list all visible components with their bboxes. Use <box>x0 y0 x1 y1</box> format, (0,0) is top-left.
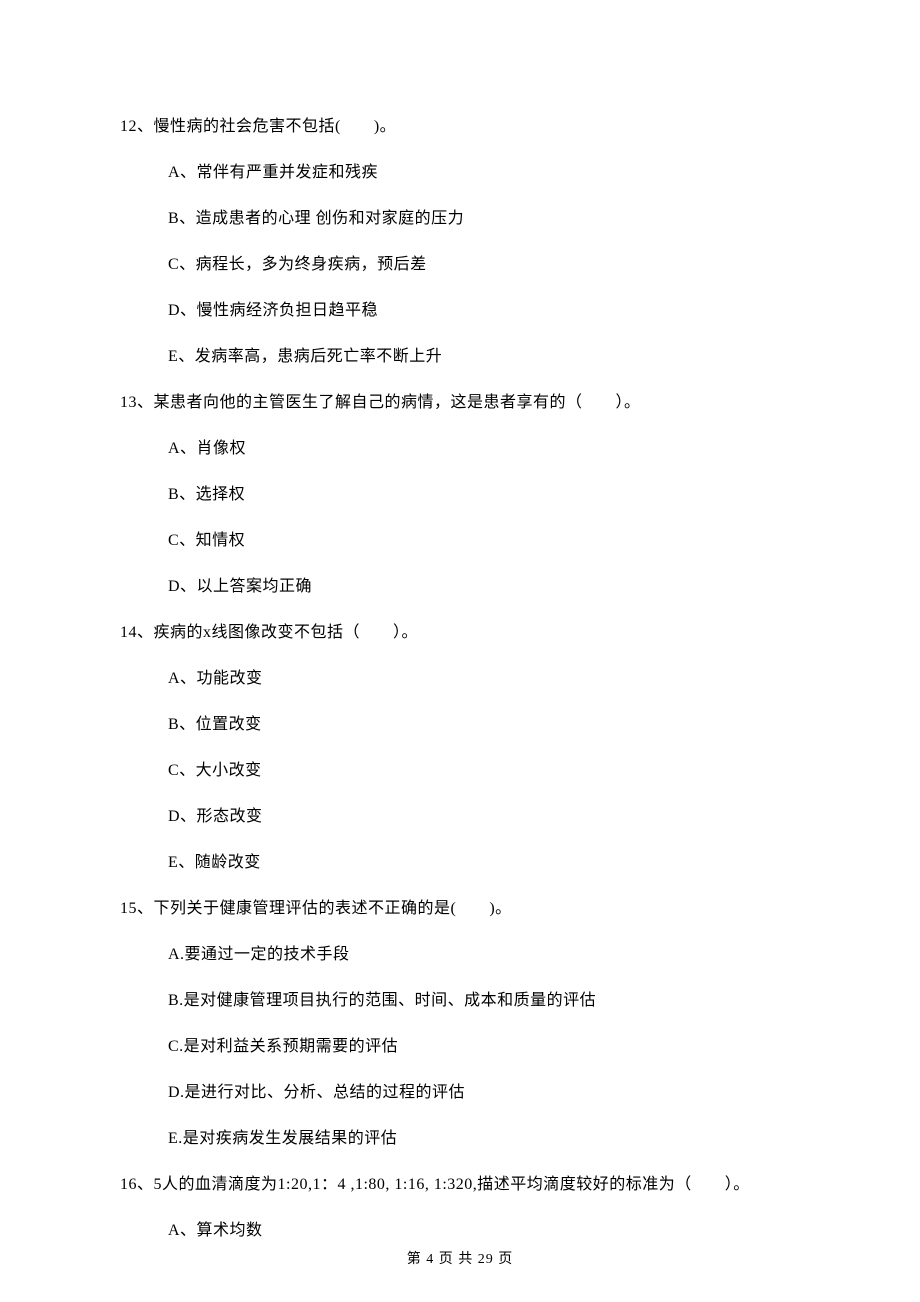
option-d: D、以上答案均正确 <box>168 575 800 599</box>
question-body: 下列关于健康管理评估的表述不正确的是( )。 <box>154 900 512 917</box>
option-a: A、常伴有严重并发症和残疾 <box>168 161 800 185</box>
question-number: 12、 <box>120 118 154 135</box>
question-number: 13、 <box>120 394 154 411</box>
option-a: A、功能改变 <box>168 667 800 691</box>
option-e: E、随龄改变 <box>168 851 800 875</box>
question-text: 14、疾病的x线图像改变不包括（ ）。 <box>120 621 800 645</box>
question-body: 疾病的x线图像改变不包括（ ）。 <box>154 624 419 641</box>
option-d: D、形态改变 <box>168 805 800 829</box>
option-d: D、慢性病经济负担日趋平稳 <box>168 299 800 323</box>
question-text: 16、5人的血清滴度为1:20,1：4 ,1:80, 1:16, 1:320,描… <box>120 1173 800 1197</box>
option-b: B、选择权 <box>168 483 800 507</box>
question-12: 12、慢性病的社会危害不包括( )。 A、常伴有严重并发症和残疾 B、造成患者的… <box>120 115 800 369</box>
option-c: C、大小改变 <box>168 759 800 783</box>
question-13: 13、某患者向他的主管医生了解自己的病情，这是患者享有的（ ）。 A、肖像权 B… <box>120 391 800 599</box>
option-b: B、造成患者的心理 创伤和对家庭的压力 <box>168 207 800 231</box>
option-e: E、发病率高，患病后死亡率不断上升 <box>168 345 800 369</box>
page-footer: 第 4 页 共 29 页 <box>0 1249 920 1270</box>
option-c: C.是对利益关系预期需要的评估 <box>168 1035 800 1059</box>
option-e: E.是对疾病发生发展结果的评估 <box>168 1127 800 1151</box>
question-number: 14、 <box>120 624 154 641</box>
question-body: 慢性病的社会危害不包括( )。 <box>154 118 397 135</box>
question-body: 5人的血清滴度为1:20,1：4 ,1:80, 1:16, 1:320,描述平均… <box>154 1176 750 1193</box>
question-text: 12、慢性病的社会危害不包括( )。 <box>120 115 800 139</box>
question-number: 16、 <box>120 1176 154 1193</box>
question-15: 15、下列关于健康管理评估的表述不正确的是( )。 A.要通过一定的技术手段 B… <box>120 897 800 1151</box>
question-text: 15、下列关于健康管理评估的表述不正确的是( )。 <box>120 897 800 921</box>
question-body: 某患者向他的主管医生了解自己的病情，这是患者享有的（ ）。 <box>154 394 641 411</box>
document-content: 12、慢性病的社会危害不包括( )。 A、常伴有严重并发症和残疾 B、造成患者的… <box>0 0 920 1243</box>
option-a: A、算术均数 <box>168 1219 800 1243</box>
option-a: A、肖像权 <box>168 437 800 461</box>
option-b: B.是对健康管理项目执行的范围、时间、成本和质量的评估 <box>168 989 800 1013</box>
option-a: A.要通过一定的技术手段 <box>168 943 800 967</box>
question-text: 13、某患者向他的主管医生了解自己的病情，这是患者享有的（ ）。 <box>120 391 800 415</box>
option-b: B、位置改变 <box>168 713 800 737</box>
question-16: 16、5人的血清滴度为1:20,1：4 ,1:80, 1:16, 1:320,描… <box>120 1173 800 1243</box>
option-d: D.是进行对比、分析、总结的过程的评估 <box>168 1081 800 1105</box>
question-number: 15、 <box>120 900 154 917</box>
question-14: 14、疾病的x线图像改变不包括（ ）。 A、功能改变 B、位置改变 C、大小改变… <box>120 621 800 875</box>
option-c: C、病程长，多为终身疾病，预后差 <box>168 253 800 277</box>
option-c: C、知情权 <box>168 529 800 553</box>
